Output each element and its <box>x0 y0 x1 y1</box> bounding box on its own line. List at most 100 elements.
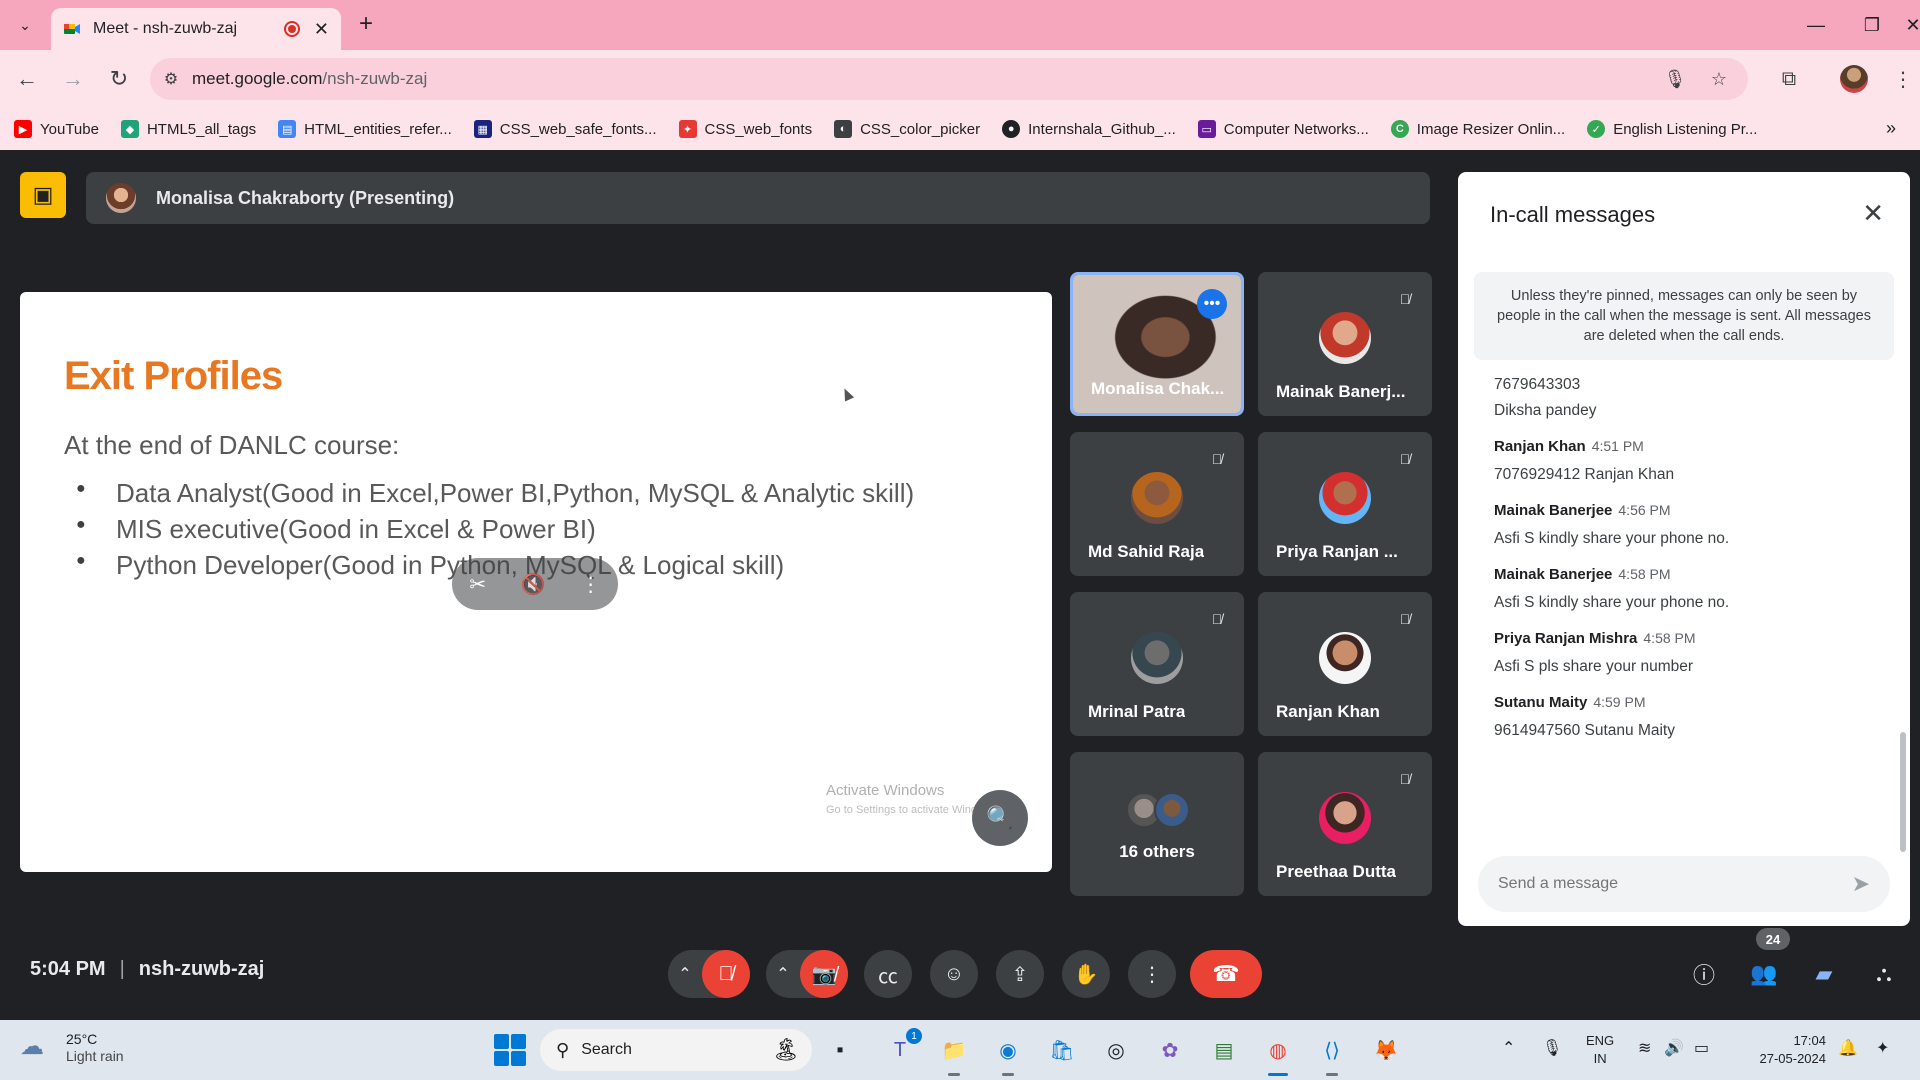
chat-title: In-call messages <box>1490 202 1656 227</box>
message-text: Asfi S kindly share your phone no. <box>1494 594 1730 611</box>
bookmark-internshala-github[interactable]: ● Internshala_Github_... <box>1002 120 1176 138</box>
firefox-icon[interactable]: 🦊 <box>1368 1032 1404 1068</box>
bookmark-css-web-safe-fonts[interactable]: ▦ CSS_web_safe_fonts... <box>473 120 657 138</box>
profile-avatar[interactable] <box>1840 65 1868 93</box>
avatar <box>1319 792 1371 844</box>
bookmark-image-resizer[interactable]: C Image Resizer Onlin... <box>1390 120 1565 138</box>
unpin-icon[interactable]: ✂ <box>469 572 486 597</box>
message-input[interactable] <box>1498 875 1852 893</box>
wifi-icon[interactable]: ≋ <box>1638 1038 1651 1058</box>
extensions-icon[interactable]: ⧉ <box>1772 62 1806 96</box>
tab-search-chevron-icon[interactable]: ⌄ <box>8 10 42 40</box>
bookmark-star-icon[interactable]: ☆ <box>1702 58 1736 100</box>
weather-widget[interactable]: ☁ 25°C Light rain <box>20 1030 124 1064</box>
bookmark-computer-networks[interactable]: ▭ Computer Networks... <box>1197 120 1369 138</box>
close-icon[interactable]: ✕ <box>1862 198 1884 229</box>
message-time: 4:58 PM <box>1618 566 1671 582</box>
tray-microphone-icon[interactable]: 🎙 <box>1542 1038 1562 1058</box>
close-window-button[interactable]: ✕ <box>1905 10 1920 40</box>
store-icon[interactable]: 🛍 <box>1044 1032 1080 1068</box>
audio-settings-chevron-icon[interactable]: ⌃ <box>668 964 702 984</box>
avatar <box>1131 632 1183 684</box>
more-options-icon[interactable]: ⋮ <box>581 572 601 597</box>
participant-tile-ranjan-khan[interactable]: 🎙̸ Ranjan Khan <box>1258 592 1432 736</box>
browser-tab-bar: ⌄ Meet - nsh-zuwb-zaj ✕ + — ❐ ✕ <box>0 0 1920 50</box>
task-view-icon[interactable]: ▪ <box>822 1032 858 1068</box>
vscode-icon[interactable]: ⟨⟩ <box>1314 1032 1350 1076</box>
system-clock[interactable]: 17:04 27-05-2024 <box>1736 1032 1827 1068</box>
activities-button[interactable]: ⛬ <box>1864 956 1904 992</box>
present-button[interactable]: ⇪ <box>996 950 1044 998</box>
notification-bell-icon[interactable]: 🔔 <box>1838 1038 1858 1058</box>
youtube-icon: ▶ <box>14 120 32 138</box>
bookmarks-overflow-icon[interactable]: » <box>1886 118 1896 139</box>
copilot-icon[interactable]: ✿ <box>1152 1032 1188 1068</box>
raise-hand-button[interactable]: ✋ <box>1062 950 1110 998</box>
bookmark-html5-tags[interactable]: ◆ HTML5_all_tags <box>120 120 256 138</box>
chat-message: Sutanu Maity 4:59 PM 9614947560 Sutanu Ma… <box>1494 694 1874 744</box>
doc-icon: ▤ <box>278 120 297 138</box>
leave-call-button[interactable]: ☎ <box>1190 950 1262 998</box>
file-explorer-icon[interactable]: 📁 <box>936 1032 972 1076</box>
message-sender: Mainak Banerjee <box>1494 566 1613 583</box>
reload-button[interactable]: ↻ <box>102 62 136 96</box>
taskbar-search[interactable]: ⚲ Search 🏝 <box>540 1029 812 1071</box>
participant-tile-mainak[interactable]: 🎙̸ Mainak Banerj... <box>1258 272 1432 416</box>
participant-tile-mrinal-patra[interactable]: 🎙̸ Mrinal Patra <box>1070 592 1244 736</box>
bookmark-css-color-picker[interactable]: ◐ CSS_color_picker <box>834 120 980 138</box>
dell-icon[interactable]: ◎ <box>1098 1032 1134 1068</box>
chrome-icon[interactable]: ◍ <box>1260 1032 1296 1076</box>
captions-button[interactable]: ㏄ <box>864 950 912 998</box>
volume-icon[interactable]: 🔊 <box>1664 1038 1684 1058</box>
chat-button[interactable]: ▰ <box>1804 956 1844 992</box>
tab-close-icon[interactable]: ✕ <box>314 19 329 40</box>
send-icon[interactable]: ➤ <box>1852 871 1870 897</box>
windows-taskbar: ☁ 25°C Light rain ⚲ Search 🏝 ▪ T 1 📁 ◉ 🛍… <box>0 1020 1920 1080</box>
back-button[interactable]: ← <box>10 62 44 96</box>
new-tab-button[interactable]: + <box>352 10 380 38</box>
language-indicator[interactable]: ENG IN <box>1586 1032 1614 1068</box>
microphone-icon[interactable]: 🎙 <box>1658 58 1692 100</box>
edge-icon[interactable]: ◉ <box>990 1032 1026 1076</box>
mic-off-button[interactable]: 🎙̸ <box>702 950 750 998</box>
terminal-icon[interactable]: ▤ <box>1206 1032 1242 1068</box>
participant-tile-preethaa-dutta[interactable]: 🎙̸ Preethaa Dutta <box>1258 752 1432 896</box>
chat-message: Mainak Banerjee 4:56 PM Asfi S kindly sha… <box>1494 502 1874 552</box>
bookmark-html-entities[interactable]: ▤ HTML_entities_refer... <box>278 120 452 138</box>
mute-presentation-audio-icon[interactable]: 🔇 <box>521 572 546 597</box>
bookmark-youtube[interactable]: ▶ YouTube <box>14 120 99 138</box>
tray-overflow-icon[interactable]: ⌃ <box>1502 1038 1515 1058</box>
site-settings-icon[interactable]: ⚙ <box>150 58 192 100</box>
address-bar[interactable]: ⚙ meet.google.com/nsh-zuwb-zaj 🎙 ☆ <box>150 58 1748 100</box>
participant-tile-priya-ranjan[interactable]: 🎙̸ Priya Ranjan ... <box>1258 432 1432 576</box>
bookmark-css-web-fonts[interactable]: ✦ CSS_web_fonts <box>678 120 812 138</box>
browser-menu-icon[interactable]: ⋮ <box>1886 62 1920 96</box>
mic-off-icon: 🎙̸ <box>1399 611 1411 627</box>
participant-tile-md-sahid-raja[interactable]: 🎙̸ Md Sahid Raja <box>1070 432 1244 576</box>
zoom-in-icon[interactable]: 🔍 <box>972 790 1028 846</box>
camera-off-button[interactable]: 📷̸ <box>800 950 848 998</box>
chat-message: Priya Ranjan Mishra 4:58 PM Asfi S pls sh… <box>1494 630 1874 680</box>
browser-tab[interactable]: Meet - nsh-zuwb-zaj ✕ <box>51 8 341 50</box>
windows-start-icon[interactable] <box>494 1034 526 1066</box>
battery-icon[interactable]: ▭ <box>1694 1038 1709 1058</box>
participant-tile-monalisa[interactable]: ••• Monalisa Chak... <box>1070 272 1244 416</box>
copilot-tray-icon[interactable]: ✦ <box>1876 1038 1889 1058</box>
message-text: 7679643303 <box>1494 376 1581 393</box>
people-icon: 👥 <box>1750 961 1778 986</box>
stop-presenting-icon[interactable]: ▣ <box>20 172 66 218</box>
meeting-details-button[interactable]: ⓘ <box>1684 956 1724 992</box>
more-options-icon[interactable]: ••• <box>1197 289 1227 319</box>
reactions-button[interactable]: ☺ <box>930 950 978 998</box>
people-button[interactable]: 👥 <box>1744 956 1784 992</box>
more-options-button[interactable]: ⋮ <box>1128 950 1176 998</box>
mic-off-icon: 🎙̸ <box>1399 771 1411 787</box>
video-settings-chevron-icon[interactable]: ⌃ <box>766 964 800 984</box>
participant-tile-others[interactable]: 16 others <box>1070 752 1244 896</box>
forward-button[interactable]: → <box>56 62 90 96</box>
chat-scrollbar[interactable] <box>1900 732 1906 852</box>
minimize-button[interactable]: — <box>1796 10 1836 40</box>
restore-button[interactable]: ❐ <box>1852 10 1892 40</box>
bookmark-english-listening[interactable]: ✓ English Listening Pr... <box>1587 120 1757 138</box>
message-text: Asfi S kindly share your phone no. <box>1494 530 1730 547</box>
